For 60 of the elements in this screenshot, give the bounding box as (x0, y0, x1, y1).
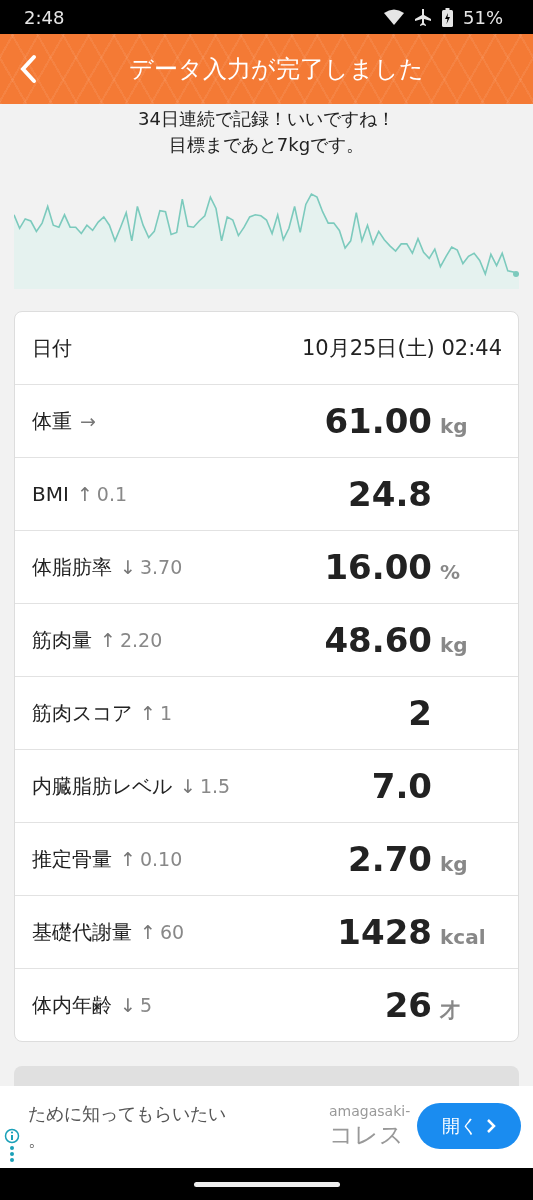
chevron-icon (486, 1118, 496, 1134)
metric-label: BMI (32, 482, 69, 506)
metric-label: 内臓脂肪レベル (32, 772, 172, 800)
battery-icon (442, 7, 453, 27)
trend-arrow: ↑ (100, 629, 116, 651)
metric-label: 筋肉量 (32, 626, 92, 654)
back-icon[interactable] (19, 54, 37, 84)
change-value: 60 (159, 921, 185, 943)
metric-value: 48.60 (323, 620, 432, 660)
change-value: 0.1 (96, 483, 127, 505)
metric-label: 筋肉スコア (32, 699, 132, 727)
info-icon[interactable] (4, 1128, 20, 1164)
trend-arrow: ↑ (140, 702, 156, 724)
ad-text: 。 (28, 1128, 47, 1152)
metric-label: 体脂肪率 (32, 553, 112, 581)
page-title: データ入力が完了しました (128, 54, 425, 85)
trend-arrow: ↓ (180, 775, 196, 797)
metric-value: 61.00 (323, 401, 432, 441)
home-indicator[interactable] (193, 1181, 340, 1187)
wifi-icon (384, 9, 404, 25)
change-value: 0.10 (139, 848, 183, 870)
metric-label: 基礎代謝量 (32, 918, 132, 946)
ad-headline: コレス (329, 1120, 404, 1151)
change-value: 3.70 (139, 556, 183, 578)
trend-arrow: ↑ (140, 921, 156, 943)
metric-value: 26 (383, 985, 432, 1025)
change-value: 2.20 (119, 629, 163, 651)
metric-unit: % (440, 560, 461, 584)
change-value: 1 (159, 702, 172, 724)
trend-arrow: ↓ (120, 556, 136, 578)
metric-value: 1428 (336, 912, 432, 952)
date-value: 10月25日(土) 02:44 (301, 335, 502, 362)
message-text: 34日連続で記録！いいですね！ (138, 107, 395, 131)
airplane-icon (414, 8, 432, 26)
metric-label: 体重 (32, 407, 72, 435)
metric-label: 推定骨量 (32, 845, 112, 873)
metric-unit: 才 (440, 997, 460, 1024)
metric-value: 2.70 (347, 839, 432, 879)
date-label: 日付 (32, 334, 72, 362)
metric-unit: kg (440, 414, 468, 438)
ad-domain: amagasaki- (329, 1103, 411, 1119)
trend-arrow: ↑ (76, 483, 93, 505)
metric-unit: kg (440, 852, 468, 876)
metric-unit: kg (440, 633, 468, 657)
change-value: 1.5 (199, 775, 231, 797)
metric-label: 体内年齢 (32, 991, 112, 1019)
ad-banner[interactable]: ために知ってもらいたい 。 amagasaki- コレス 開く (0, 1086, 533, 1168)
ad-text: ために知ってもらいたい (28, 1102, 227, 1126)
metric-unit: kcal (440, 925, 486, 949)
trend-arrow: ↓ (120, 994, 136, 1016)
metric-value: 16.00 (323, 547, 432, 587)
status-time: 2:48 (24, 6, 65, 28)
metric-value: 24.8 (347, 474, 432, 514)
trend-arrow: → (80, 410, 96, 432)
metric-value: 7.0 (370, 766, 432, 806)
trend-arrow: ↑ (120, 848, 136, 870)
battery-percent: 51% (463, 6, 503, 28)
message-text: 目標まであと7kgです。 (168, 133, 365, 157)
metric-value: 2 (407, 693, 432, 733)
change-value: 5 (139, 994, 152, 1016)
